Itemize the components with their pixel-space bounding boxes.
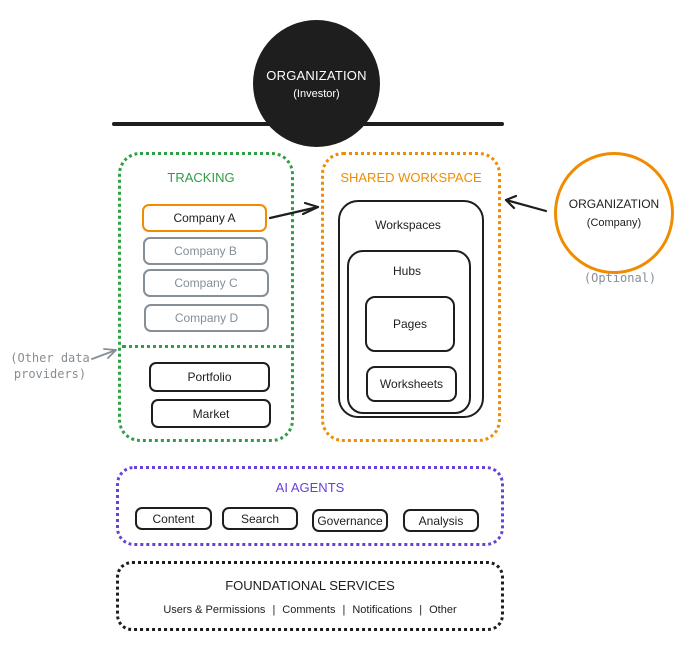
- foundational-services-group: [116, 561, 504, 631]
- agent-governance: Governance: [312, 509, 388, 532]
- service-other: Other: [429, 604, 457, 616]
- other-data-providers-line2: providers): [13, 367, 87, 381]
- ai-agents-title: AI AGENTS: [275, 480, 345, 495]
- workspaces-label: Workspaces: [375, 218, 441, 232]
- service-separator: |: [272, 604, 276, 616]
- service-separator: |: [419, 604, 423, 616]
- organization-investor-title: ORGANIZATION: [266, 67, 367, 83]
- data-item-label: Market: [192, 406, 230, 421]
- organization-company-subtitle: (Company): [586, 217, 642, 229]
- arrow-head-icon: [301, 201, 320, 216]
- tracking-title: TRACKING: [167, 170, 235, 185]
- tracking-company-b: Company B: [143, 237, 268, 265]
- ai-agents-group: [116, 466, 504, 546]
- service-notifications: Notifications: [352, 604, 413, 616]
- hubs-label: Hubs: [392, 264, 421, 278]
- service-users-permissions: Users & Permissions: [163, 604, 266, 616]
- arrow-shaft: [504, 198, 548, 213]
- organization-company-title: ORGANIZATION: [568, 197, 660, 211]
- arrow-company-org-to-shared-workspace: [504, 194, 548, 213]
- organization-investor-subtitle: (Investor): [293, 87, 340, 100]
- optional-note: (Optional): [583, 271, 657, 285]
- data-item-label: Portfolio: [187, 370, 232, 384]
- foundational-services-title: FOUNDATIONAL SERVICES: [225, 578, 395, 593]
- agent-label: Governance: [317, 513, 383, 528]
- arrow-head-icon: [103, 348, 117, 359]
- agent-label: Search: [240, 511, 280, 526]
- tracking-company-c: Company C: [143, 269, 269, 297]
- organization-company-node: ORGANIZATION (Company): [554, 152, 674, 274]
- agent-label: Analysis: [418, 513, 464, 528]
- worksheets-box: Worksheets: [366, 366, 457, 402]
- company-label: Company C: [174, 276, 238, 290]
- tracking-divider: [122, 345, 290, 348]
- company-label: Company D: [174, 311, 239, 325]
- organization-investor-node: ORGANIZATION (Investor): [253, 20, 380, 147]
- shared-workspace-title: SHARED WORKSPACE: [340, 170, 482, 185]
- service-comments: Comments: [282, 604, 336, 616]
- other-data-providers-line1: (Other data: [10, 351, 90, 365]
- agent-analysis: Analysis: [403, 509, 479, 532]
- agent-label: Content: [152, 511, 195, 526]
- tracking-company-a: Company A: [142, 204, 267, 232]
- service-separator: |: [342, 604, 346, 616]
- foundational-services-list: Users & Permissions | Comments | Notific…: [116, 604, 504, 616]
- agent-content: Content: [135, 507, 212, 530]
- pages-box: Pages: [365, 296, 455, 352]
- agent-search: Search: [222, 507, 298, 530]
- company-label: Company B: [174, 244, 237, 258]
- pages-label: Pages: [392, 317, 428, 331]
- tracking-market: Market: [151, 399, 271, 428]
- tracking-portfolio: Portfolio: [149, 362, 270, 392]
- company-label: Company A: [173, 211, 236, 225]
- tracking-company-d: Company D: [144, 304, 269, 332]
- arrow-head-icon: [504, 194, 518, 210]
- other-data-providers-note: (Other data providers): [4, 350, 96, 382]
- worksheets-label: Worksheets: [379, 377, 444, 391]
